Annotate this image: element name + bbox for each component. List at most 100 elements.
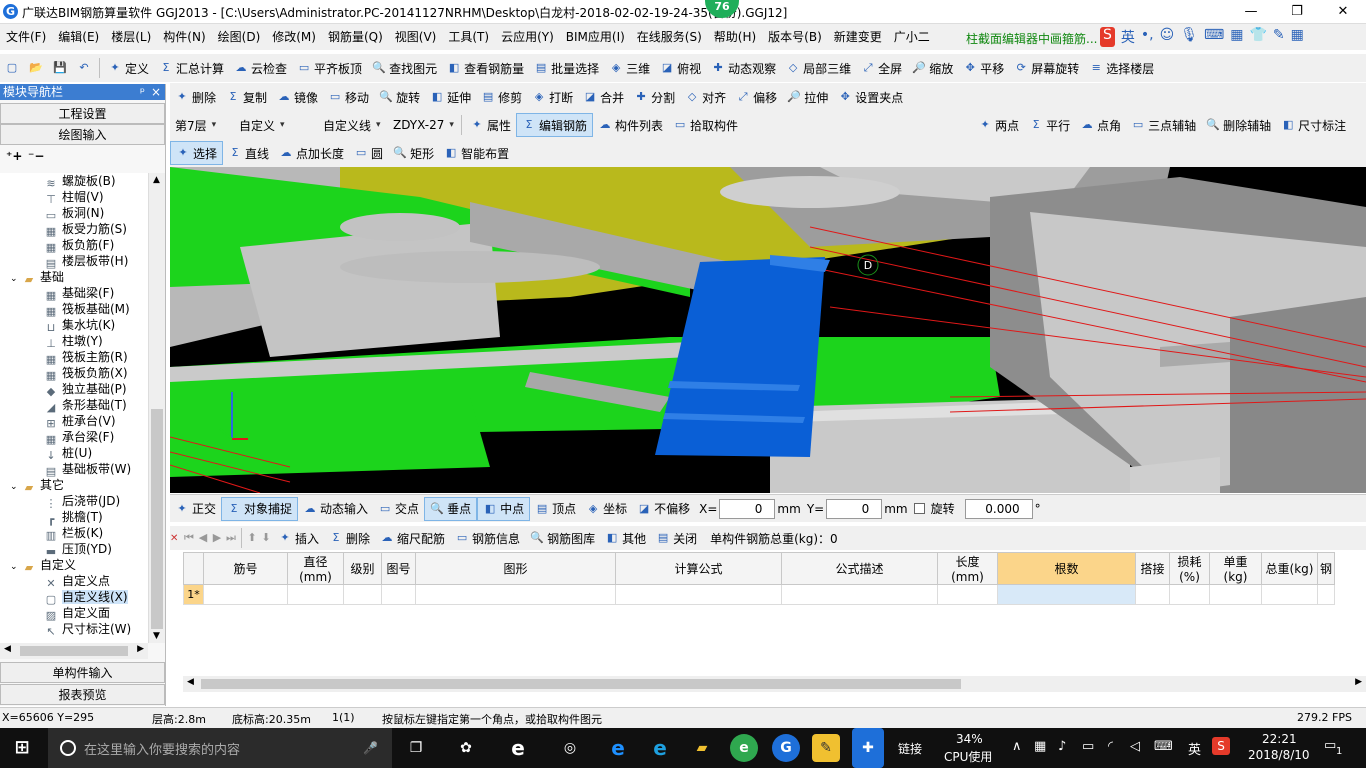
tree-item[interactable]: ⌄ ▰ 基础: [0, 269, 148, 286]
link-label[interactable]: 链接: [898, 740, 922, 757]
axis-button-5[interactable]: ◧ 尺寸标注: [1276, 113, 1351, 137]
minimize-button[interactable]: —: [1228, 0, 1274, 23]
tray-bell-icon[interactable]: ♪: [1058, 739, 1066, 754]
tb2-button-6[interactable]: ▤ 修剪: [476, 85, 527, 109]
next-icon[interactable]: ▶: [210, 531, 224, 545]
column-header-6[interactable]: 公式描述: [781, 552, 938, 585]
type-select[interactable]: 自定义 ▾: [234, 113, 318, 137]
3d-viewport[interactable]: D: [170, 167, 1366, 493]
grid-cell[interactable]: [415, 584, 616, 605]
first-icon[interactable]: ⏮: [182, 531, 196, 545]
tb2-button-2[interactable]: ☁ 镜像: [272, 85, 323, 109]
mic-icon[interactable]: 🎤: [363, 741, 378, 755]
tree-item[interactable]: ▤ 楼层板带(H): [0, 253, 148, 270]
draw-button-2[interactable]: ☁ 点加长度: [274, 141, 349, 165]
tb1-button-10[interactable]: ◇ 局部三维: [781, 56, 856, 80]
snap-button-3[interactable]: ▭ 交点: [373, 497, 424, 521]
tb1-button-3[interactable]: ▭ 平齐板顶: [292, 56, 367, 80]
tb2-button-0[interactable]: ✦ 删除: [170, 85, 221, 109]
tb2-button-9[interactable]: ✚ 分割: [629, 85, 680, 109]
project-settings-button[interactable]: 工程设置: [0, 103, 165, 124]
snap-button-0[interactable]: ✦ 正交: [170, 497, 221, 521]
tree-item[interactable]: ≋ 螺旋板(B): [0, 173, 148, 190]
tree-scrollbar[interactable]: ▲ ▼: [148, 173, 165, 643]
tree-item[interactable]: ↖ 尺寸标注(W): [0, 621, 148, 638]
snap-button-4[interactable]: 🔍 垂点: [424, 496, 478, 521]
tree-item[interactable]: ⊥ 柱墩(Y): [0, 333, 148, 350]
grid-cell[interactable]: [1135, 584, 1170, 605]
menu-item-11[interactable]: 在线服务(S): [631, 24, 708, 50]
snap-button-6[interactable]: ▤ 顶点: [530, 497, 581, 521]
column-header-2[interactable]: 级别: [343, 552, 382, 585]
tb1-button-12[interactable]: 🔎 缩放: [907, 56, 958, 80]
tree-item[interactable]: ▦ 承台梁(F): [0, 429, 148, 446]
tb3-button-1[interactable]: Σ 编辑钢筋: [516, 113, 594, 137]
drawing-input-button[interactable]: 绘图输入: [0, 124, 165, 145]
column-header-3[interactable]: 图号: [381, 552, 416, 585]
tree-item[interactable]: ▦ 板负筋(F): [0, 237, 148, 254]
axis-button-4[interactable]: 🔍 删除辅轴: [1201, 113, 1276, 137]
hint-text[interactable]: 柱截面编辑器中画箍筋...: [966, 30, 1097, 47]
grid-cell[interactable]: [1316, 584, 1336, 605]
column-header-11[interactable]: 单重(kg): [1209, 552, 1262, 585]
grid-cell[interactable]: [287, 584, 344, 605]
menu-item-3[interactable]: 构件(N): [157, 24, 211, 50]
menu-item-0[interactable]: 文件(F): [0, 24, 52, 50]
menu-item-7[interactable]: 视图(V): [389, 24, 443, 50]
column-header-4[interactable]: 图形: [415, 552, 616, 585]
grid-tool-button-5[interactable]: ◧ 其他: [600, 526, 651, 550]
expand-all-icon[interactable]: ⁺+: [6, 149, 22, 163]
tb3-button-2[interactable]: ☁ 构件列表: [593, 113, 668, 137]
grid-tool-button-2[interactable]: ☁ 缩尺配筋: [375, 526, 450, 550]
angle-input[interactable]: 0.000: [964, 498, 1033, 519]
grid-cell[interactable]: [937, 584, 998, 605]
menu-item-12[interactable]: 帮助(H): [708, 24, 762, 50]
tree-item[interactable]: ⌄ ▰ 其它: [0, 477, 148, 494]
tb2-button-7[interactable]: ◈ 打断: [527, 85, 578, 109]
column-header-7[interactable]: 长度(mm): [937, 552, 998, 585]
tb1-button-1[interactable]: Σ 汇总计算: [154, 56, 229, 80]
tb1-button-11[interactable]: ⤢ 全屏: [856, 56, 907, 80]
tree-item[interactable]: ▦ 筏板主筋(R): [0, 349, 148, 366]
grid-close-icon[interactable]: ✕: [170, 533, 182, 544]
draw-button-1[interactable]: Σ 直线: [223, 141, 274, 165]
tree-item[interactable]: ▤ 基础板带(W): [0, 461, 148, 478]
ie-icon[interactable]: e: [646, 734, 674, 762]
app-swirl-icon[interactable]: ◎: [556, 734, 584, 762]
menu-item-10[interactable]: BIM应用(I): [560, 24, 631, 50]
grid-cell[interactable]: [1261, 584, 1318, 605]
grid-tool-button-1[interactable]: Σ 删除: [324, 526, 375, 550]
tree-item[interactable]: ▦ 筏板负筋(X): [0, 365, 148, 382]
menu-item-4[interactable]: 绘图(D): [212, 24, 267, 50]
menu-item-15[interactable]: 广小二: [888, 24, 936, 50]
grid-tool-button-4[interactable]: 🔍 钢筋图库: [525, 526, 600, 550]
snap-button-5[interactable]: ◧ 中点: [477, 496, 531, 521]
ggj-app-icon[interactable]: ✚: [852, 728, 884, 768]
tb1-button-4[interactable]: 🔍 查找图元: [367, 56, 442, 80]
tb2-button-13[interactable]: ✥ 设置夹点: [833, 85, 908, 109]
move-up-icon[interactable]: ⬆: [245, 531, 259, 545]
ime-english-icon[interactable]: 英: [1121, 27, 1135, 47]
floor-select[interactable]: 第7层 ▾: [170, 113, 234, 137]
menu-item-6[interactable]: 钢筋量(Q): [322, 24, 389, 50]
undo-icon[interactable]: ↶: [72, 56, 96, 80]
notification-icon[interactable]: ▭: [1324, 738, 1336, 753]
tb2-button-11[interactable]: ⤢ 偏移: [731, 85, 782, 109]
tb1-button-8[interactable]: ◪ 俯视: [655, 56, 706, 80]
snap-button-1[interactable]: Σ 对象捕捉: [221, 496, 299, 521]
sogou-tray-icon[interactable]: S: [1212, 737, 1230, 755]
menu-item-5[interactable]: 修改(M): [266, 24, 322, 50]
360-browser-icon[interactable]: e: [730, 734, 758, 762]
snap-button-2[interactable]: ☁ 动态输入: [298, 497, 373, 521]
tree-item[interactable]: ▦ 基础梁(F): [0, 285, 148, 302]
column-header-1[interactable]: 直径(mm): [287, 552, 344, 585]
snap-button-7[interactable]: ◈ 坐标: [581, 497, 632, 521]
tree-item[interactable]: ▬ 压顶(YD): [0, 541, 148, 558]
grid-cell[interactable]: [997, 584, 1136, 605]
menu-item-9[interactable]: 云应用(Y): [495, 24, 560, 50]
table-row[interactable]: 1*: [183, 584, 1336, 605]
menu-item-2[interactable]: 楼层(L): [105, 24, 157, 50]
sogou-icon[interactable]: S: [1100, 27, 1115, 47]
snap-button-8[interactable]: ◪ 不偏移: [632, 497, 695, 521]
prev-icon[interactable]: ◀: [196, 531, 210, 545]
